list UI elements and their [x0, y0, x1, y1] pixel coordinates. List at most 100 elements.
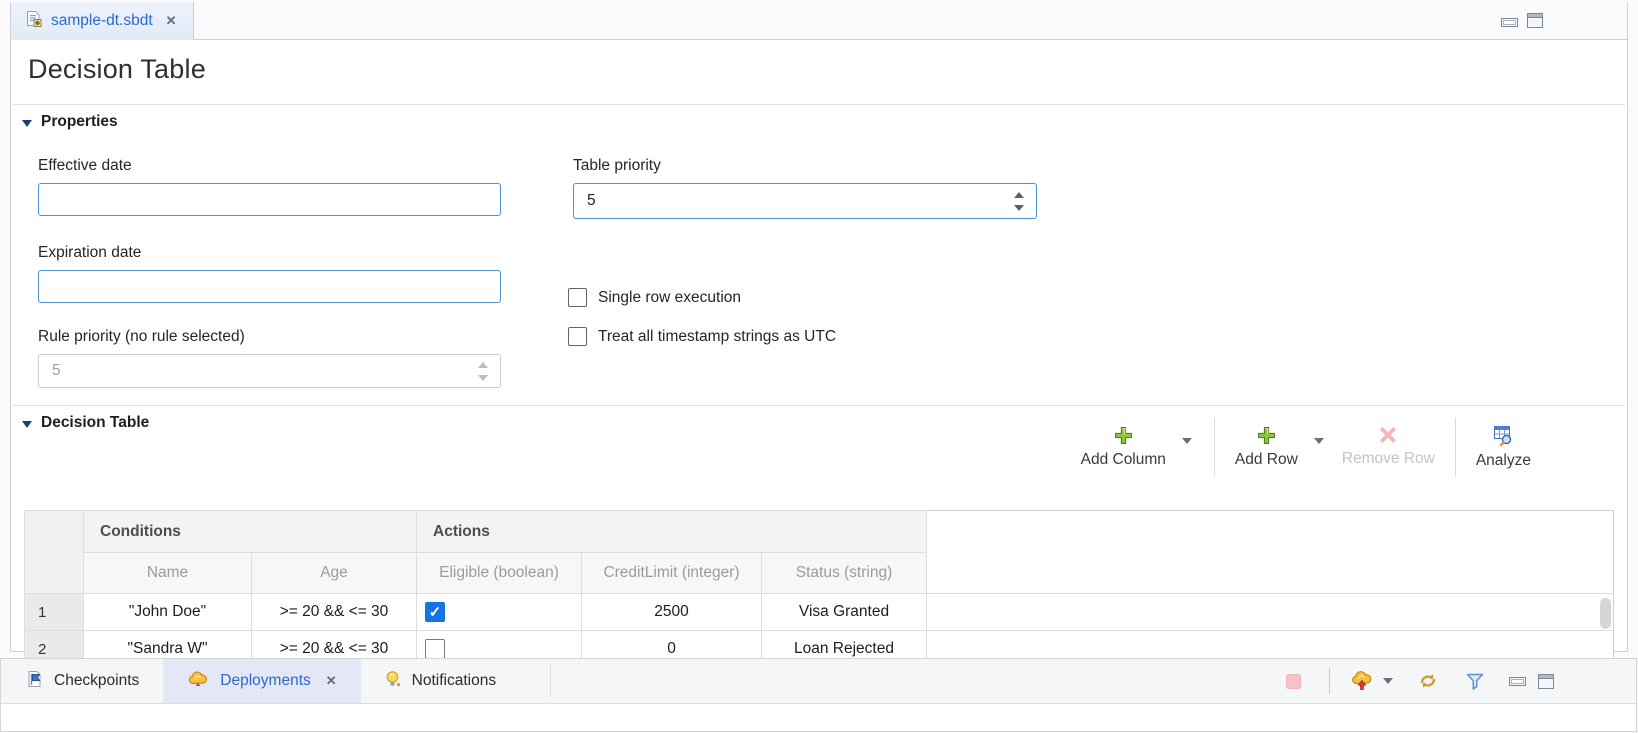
add-plus-icon — [1257, 426, 1276, 445]
toolbar-separator — [1455, 418, 1456, 476]
toolbar-separator — [1214, 418, 1215, 476]
spinner-arrows-icon — [478, 362, 500, 381]
corner-cell — [25, 511, 84, 594]
add-row-button[interactable]: Add Row — [1227, 424, 1306, 471]
actions-group-header: Actions — [417, 511, 927, 553]
table-priority-spinner[interactable]: 5 — [573, 183, 1037, 219]
header-filler — [927, 553, 1614, 594]
filler-cell — [927, 594, 1614, 631]
single-row-execution-checkbox[interactable] — [568, 288, 587, 307]
checkpoints-icon — [25, 670, 43, 693]
filter-icon[interactable] — [1465, 672, 1485, 691]
analyze-button[interactable]: Analyze — [1468, 416, 1539, 478]
column-header-name[interactable]: Name — [84, 553, 252, 594]
toolbar-separator — [1329, 668, 1330, 694]
add-row-label: Add Row — [1235, 451, 1298, 469]
divider — [13, 405, 1625, 406]
deploy-dropdown-icon[interactable] — [1383, 678, 1393, 684]
single-row-execution-label: Single row execution — [598, 289, 741, 307]
collapse-triangle-icon[interactable] — [22, 120, 32, 127]
maximize-icon[interactable] — [1538, 674, 1554, 689]
eligible-cell[interactable]: ✓ — [417, 594, 582, 631]
editor-area: sample-dt.sbdt ✕ Decision Table Properti… — [10, 2, 1628, 652]
utc-timestamps-checkbox[interactable] — [568, 327, 587, 346]
row-number-cell[interactable]: 1 — [25, 594, 84, 631]
tab-deployments-label: Deployments — [220, 672, 310, 690]
divider — [13, 104, 1625, 105]
decision-table-section-header[interactable]: Decision Table — [22, 414, 149, 432]
collapse-triangle-icon[interactable] — [22, 421, 32, 428]
tab-close-icon[interactable]: ✕ — [166, 13, 177, 29]
eligible-checkbox[interactable] — [425, 639, 445, 659]
refresh-icon[interactable] — [1417, 671, 1439, 691]
table-priority-value: 5 — [574, 192, 1014, 210]
remove-x-icon — [1379, 426, 1397, 444]
properties-section-header[interactable]: Properties — [22, 113, 118, 131]
minimize-icon[interactable] — [1501, 14, 1518, 32]
tab-notifications-label: Notifications — [412, 672, 496, 690]
editor-tab-label: sample-dt.sbdt — [51, 12, 153, 30]
column-header-age[interactable]: Age — [252, 553, 417, 594]
table-vertical-scrollbar[interactable] — [1600, 598, 1611, 629]
utc-timestamps-label: Treat all timestamp strings as UTC — [598, 328, 836, 346]
maximize-icon[interactable] — [1527, 13, 1543, 33]
rule-priority-value: 5 — [39, 362, 478, 380]
column-header-status[interactable]: Status (string) — [762, 553, 927, 594]
deploy-cloud-icon[interactable] — [1350, 671, 1374, 691]
decision-table-file-icon — [25, 10, 42, 32]
dt-body: 1 "John Doe" >= 20 && <= 30 ✓ 2500 Visa … — [25, 594, 1614, 668]
add-column-button[interactable]: Add Column — [1073, 424, 1174, 471]
add-column-label: Add Column — [1081, 451, 1166, 469]
eligible-checkbox[interactable]: ✓ — [425, 602, 445, 622]
page-title: Decision Table — [28, 54, 206, 85]
bottom-tab-bar: Checkpoints Deployments ✕ — [1, 659, 1636, 704]
add-column-dropdown-icon[interactable] — [1182, 438, 1192, 444]
minimize-icon[interactable] — [1509, 677, 1526, 686]
deployments-icon — [187, 670, 209, 692]
rule-priority-spinner: 5 — [38, 354, 501, 388]
header-filler — [927, 511, 1614, 553]
tab-checkpoints-label: Checkpoints — [54, 672, 139, 690]
decision-table-toolbar: Add Column Add Row — [1073, 416, 1539, 478]
table-row[interactable]: 1 "John Doe" >= 20 && <= 30 ✓ 2500 Visa … — [25, 594, 1614, 631]
expiration-date-input[interactable] — [38, 270, 501, 303]
spinner-arrows-icon[interactable] — [1014, 192, 1036, 211]
editor-tab-sample-dt[interactable]: sample-dt.sbdt ✕ — [11, 2, 194, 40]
tab-notifications[interactable]: Notifications — [361, 659, 520, 703]
bottom-view-panel: Checkpoints Deployments ✕ — [0, 658, 1637, 732]
stop-icon[interactable] — [1286, 674, 1301, 689]
editor-window-controls — [1501, 13, 1543, 33]
status-cell[interactable]: Visa Granted — [762, 594, 927, 631]
add-plus-icon — [1114, 426, 1133, 445]
table-priority-label: Table priority — [573, 157, 661, 175]
add-row-dropdown-icon[interactable] — [1314, 438, 1324, 444]
column-header-creditlimit[interactable]: CreditLimit (integer) — [582, 553, 762, 594]
utc-timestamps-checkbox-row[interactable]: Treat all timestamp strings as UTC — [568, 327, 836, 346]
name-cell[interactable]: "John Doe" — [84, 594, 252, 631]
bottom-toolbar — [1286, 659, 1636, 703]
analyze-table-icon — [1492, 425, 1514, 446]
group-header-row: Conditions Actions — [25, 511, 1614, 553]
column-header-row: Name Age Eligible (boolean) CreditLimit … — [25, 553, 1614, 594]
single-row-execution-checkbox-row[interactable]: Single row execution — [568, 288, 741, 307]
column-header-eligible[interactable]: Eligible (boolean) — [417, 553, 582, 594]
effective-date-label: Effective date — [38, 157, 132, 175]
editor-tab-bar: sample-dt.sbdt ✕ — [11, 2, 1627, 40]
properties-section-label: Properties — [41, 113, 118, 131]
decision-table-grid: Conditions Actions Name Age Eligible (bo… — [24, 510, 1614, 668]
tab-close-icon[interactable]: ✕ — [326, 673, 337, 689]
conditions-group-header: Conditions — [84, 511, 417, 553]
remove-row-button[interactable]: Remove Row — [1334, 416, 1443, 478]
expiration-date-label: Expiration date — [38, 244, 141, 262]
analyze-label: Analyze — [1476, 452, 1531, 470]
creditlimit-cell[interactable]: 2500 — [582, 594, 762, 631]
application-window: sample-dt.sbdt ✕ Decision Table Properti… — [0, 0, 1638, 733]
tab-checkpoints[interactable]: Checkpoints — [1, 659, 163, 703]
decision-table-section-label: Decision Table — [41, 414, 149, 432]
notifications-icon — [385, 670, 401, 693]
remove-row-label: Remove Row — [1342, 450, 1435, 468]
rule-priority-label: Rule priority (no rule selected) — [38, 328, 245, 346]
age-cell[interactable]: >= 20 && <= 30 — [252, 594, 417, 631]
tab-deployments[interactable]: Deployments ✕ — [163, 659, 360, 703]
effective-date-input[interactable] — [38, 183, 501, 216]
